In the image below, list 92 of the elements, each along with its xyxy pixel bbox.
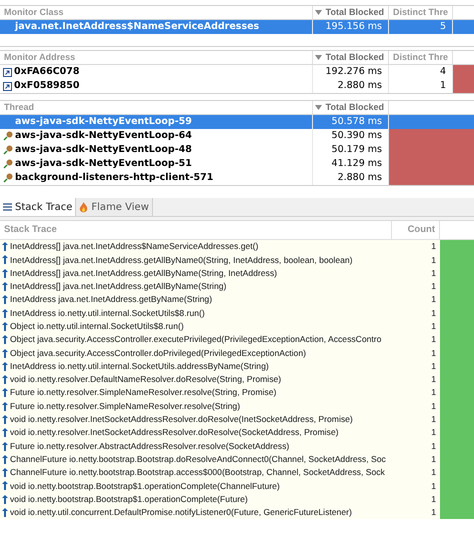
sort-descending-icon — [314, 105, 322, 110]
table-cell-text: 41.129 ms — [332, 156, 382, 171]
table-cell: aws-java-sdk-NettyEventLoop-64 — [15, 129, 192, 143]
table-cell: 1 — [431, 400, 436, 413]
table-cell-text: 2.880 ms — [338, 170, 382, 185]
blocked-bar — [453, 79, 474, 93]
column-header[interactable]: Count — [392, 221, 440, 239]
table-cell: 1 — [431, 480, 436, 492]
stack-frame: void io.netty.resolver.InetSocketAddressResolver.doResolve(SocketAddress, Promise) — [10, 426, 338, 440]
stack-frame: InetAddress java.net.InetAddress.getByName(String) — [10, 293, 212, 306]
table-cell: 1 — [431, 333, 436, 346]
table-cell: 1 — [431, 306, 436, 320]
stack-frame: ChannelFuture io.netty.bootstrap.Bootstrap.doResolveAndConnect0(Channel, SocketAddress, Soc — [10, 452, 386, 466]
thread-icon — [3, 131, 13, 141]
table-cell: 1 — [431, 240, 436, 254]
link-arrow-icon — [3, 68, 12, 76]
table-cell-text: 4 — [440, 64, 446, 79]
column-header[interactable]: Total Blocked — [313, 101, 389, 114]
table-cell: 1 — [431, 426, 436, 440]
stack-frame: InetAddress io.netty.util.internal.SocketUtils.addressByName(String) — [10, 360, 269, 373]
thread-icon — [3, 173, 13, 183]
table-cell: 1 — [431, 452, 436, 466]
table-cell: 1 — [431, 506, 436, 520]
table-cell: aws-java-sdk-NettyEventLoop-51 — [15, 157, 192, 171]
table-cell-text: 2.880 ms — [338, 78, 382, 93]
table-cell: 1 — [431, 320, 436, 333]
table-cell: aws-java-sdk-NettyEventLoop-59 — [15, 115, 192, 129]
thread-icon — [3, 159, 13, 169]
table-row[interactable]: aws-java-sdk-NettyEventLoop-59 50.578 ms — [0, 115, 474, 129]
table-cell: 1 — [431, 373, 436, 386]
table-cell: 1 — [431, 466, 436, 480]
stack-frame: ChannelFuture io.netty.bootstrap.Bootstrap.access$000(Bootstrap, Channel, SocketAddress, Sock — [10, 466, 385, 480]
stack-frame: InetAddress[] java.net.InetAddress.getAllByName0(String, InetAddress, boolean, boolean) — [10, 254, 353, 266]
table-cell: 1 — [431, 386, 436, 400]
stack-frame: void io.netty.resolver.InetSocketAddressResolver.doResolve(InetSocketAddress, Promise) — [10, 413, 353, 426]
stack-frame: Future io.netty.resolver.AbstractAddressResolver.resolve(SocketAddress) — [10, 440, 290, 453]
column-header[interactable]: Monitor Address — [0, 51, 313, 64]
table-cell: 1 — [431, 413, 436, 426]
table-cell-text: 1 — [440, 78, 446, 93]
table-cell: java.net.InetAddress$NameServiceAddresses — [15, 20, 260, 34]
flame-icon — [79, 202, 88, 212]
stack-frame: Object io.netty.util.internal.SocketUtils$8.run() — [10, 320, 184, 333]
blocked-bar — [453, 65, 474, 79]
stack-frame: void io.netty.util.concurrent.DefaultPromise.notifyListener0(Future, GenericFutureListener) — [10, 506, 352, 520]
column-header[interactable]: Total Blocked — [313, 6, 389, 19]
thread-icon — [3, 145, 13, 155]
stack-frame: InetAddress[] java.net.InetAddress.getAllByName(String) — [10, 280, 226, 293]
table-row[interactable]: java.net.InetAddress$NameServiceAddresses 195.156 ms 5 — [0, 20, 474, 34]
table-row[interactable]: 0xF0589850 2.880 ms 1 — [0, 79, 474, 93]
table-cell: 0xF0589850 — [14, 79, 80, 93]
table-cell-text: 192.276 ms — [325, 64, 382, 79]
sort-descending-icon — [314, 55, 322, 60]
count-bar — [440, 506, 474, 520]
table-cell: aws-java-sdk-NettyEventLoop-48 — [15, 143, 192, 157]
table-cell-text: 195.156 ms — [325, 20, 382, 34]
stack-frame: InetAddress io.netty.util.internal.SocketUtils$8.run() — [10, 306, 205, 320]
tab[interactable]: Flame View — [76, 198, 153, 216]
column-header[interactable]: Distinct Thre — [389, 51, 453, 64]
column-header[interactable]: Monitor Class — [0, 6, 313, 19]
column-header[interactable]: Total Blocked — [313, 51, 389, 64]
list-icon — [3, 203, 12, 211]
column-header[interactable]: Stack Trace — [0, 221, 392, 239]
stack-frame: InetAddress[] java.net.InetAddress.getAllByName(String, InetAddress) — [10, 266, 278, 280]
table-cell-text: 50.578 ms — [332, 114, 382, 129]
stack-frame: Object java.security.AccessController.executePrivileged(PrivilegedExceptionAction, AccessContro — [10, 333, 382, 346]
stack-frame: void io.netty.bootstrap.Bootstrap$1.operationComplete(ChannelFuture) — [10, 480, 280, 492]
table-cell-text: 50.179 ms — [332, 142, 382, 157]
table-row[interactable]: 0xFA66C078 192.276 ms 4 — [0, 65, 474, 79]
table-cell: 1 — [431, 346, 436, 360]
table-cell: 1 — [431, 293, 436, 306]
table-cell: background-listeners-http-client-571 — [15, 171, 214, 185]
tab[interactable]: Stack Trace — [0, 198, 76, 216]
count-bar — [440, 240, 474, 254]
table-cell-text: 5 — [440, 20, 446, 34]
stack-frame: InetAddress[] java.net.InetAddress$NameServiceAddresses.get() — [10, 240, 258, 254]
stack-frame: Object java.security.AccessController.doPrivileged(PrivilegedExceptionAction) — [10, 346, 306, 360]
table-cell: 1 — [431, 492, 436, 506]
stack-frame: void io.netty.bootstrap.Bootstrap$1.operationComplete(Future) — [10, 492, 248, 506]
stack-frame: void io.netty.resolver.DefaultNameResolver.doResolve(String, Promise) — [10, 373, 282, 386]
sort-descending-icon — [314, 10, 322, 15]
table-cell: 1 — [431, 254, 436, 266]
column-header[interactable]: Thread — [0, 101, 313, 114]
stack-frame: Future io.netty.resolver.SimpleNameResolver.resolve(String) — [10, 400, 240, 413]
table-cell: 1 — [431, 280, 436, 293]
table-cell: 1 — [431, 440, 436, 453]
table-cell-text: 50.390 ms — [332, 128, 382, 143]
table-cell: 1 — [431, 360, 436, 373]
table-cell: 1 — [431, 266, 436, 280]
link-arrow-icon — [3, 82, 12, 90]
table-cell: 0xFA66C078 — [14, 65, 80, 79]
column-header[interactable]: Distinct Thre — [389, 6, 453, 19]
stack-frame: Future io.netty.resolver.SimpleNameResolver.resolve(String, Promise) — [10, 386, 276, 400]
